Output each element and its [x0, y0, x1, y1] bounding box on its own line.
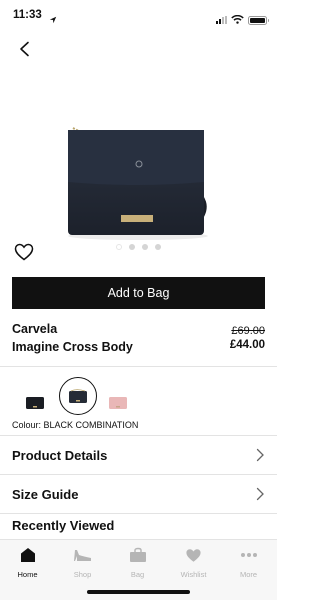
status-time: 11:33 [13, 9, 42, 21]
tab-home-label: Home [17, 570, 38, 579]
more-dots-icon [239, 546, 259, 564]
gallery-pagination [0, 244, 277, 250]
cellular-signal-icon [216, 16, 227, 24]
tab-more[interactable]: More [221, 546, 276, 579]
tab-bag[interactable]: Bag [110, 546, 165, 579]
home-indicator [87, 590, 190, 594]
colour-swatch-black[interactable] [20, 388, 50, 416]
battery-icon [248, 15, 269, 25]
recently-viewed-heading: Recently Viewed [12, 518, 115, 533]
colour-label: Colour: BLACK COMBINATION [12, 420, 139, 430]
product-brand: Carvela [12, 322, 58, 336]
tab-shop[interactable]: Shop [55, 546, 110, 579]
bag-icon [128, 546, 148, 564]
pagination-dot[interactable] [129, 244, 135, 250]
product-image[interactable] [0, 90, 277, 250]
product-name: Imagine Cross Body [12, 340, 133, 354]
pagination-dot[interactable] [155, 244, 161, 250]
size-guide-row[interactable]: Size Guide [0, 475, 277, 513]
sale-price: £44.00 [229, 339, 265, 351]
tab-wishlist-label: Wishlist [180, 570, 207, 579]
colour-swatch-black-combination[interactable] [59, 377, 97, 415]
home-icon [18, 546, 38, 564]
shoe-icon [73, 546, 93, 564]
chevron-right-icon [256, 448, 264, 462]
tab-shop-label: Shop [73, 570, 92, 579]
tab-bag-label: Bag [130, 570, 145, 579]
location-arrow-icon [49, 11, 57, 29]
status-bar: 11:33 [0, 0, 277, 34]
status-icons [216, 11, 269, 29]
chevron-left-icon [20, 41, 29, 57]
add-to-bag-button[interactable]: Add to Bag [12, 277, 265, 309]
tab-home[interactable]: Home [0, 546, 55, 579]
tab-wishlist[interactable]: Wishlist [166, 546, 221, 579]
divider [0, 513, 277, 514]
wifi-icon [231, 11, 244, 29]
product-details-label: Product Details [12, 447, 108, 463]
back-button[interactable] [12, 37, 36, 61]
tab-more-label: More [239, 570, 258, 579]
divider [0, 366, 277, 367]
original-price: £69.00 [231, 325, 265, 337]
heart-icon [184, 546, 204, 564]
size-guide-label: Size Guide [12, 486, 79, 502]
chevron-right-icon [256, 487, 264, 501]
pagination-dot[interactable] [142, 244, 148, 250]
product-details-row[interactable]: Product Details [0, 436, 277, 474]
pagination-dot[interactable] [116, 244, 122, 250]
colour-swatch-pink[interactable] [103, 388, 133, 416]
